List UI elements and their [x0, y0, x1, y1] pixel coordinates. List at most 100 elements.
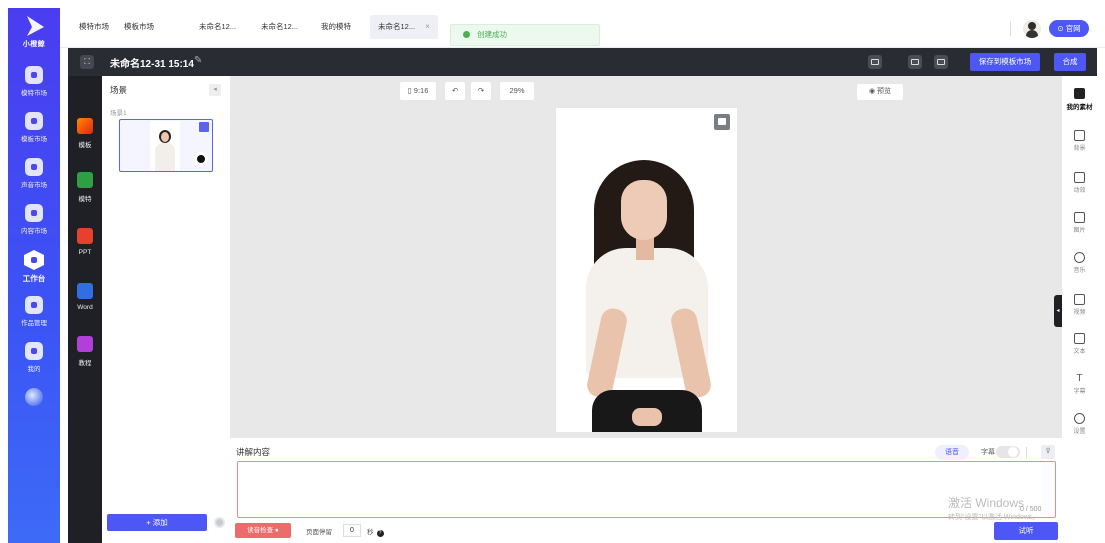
rtool-label: 设置 — [1073, 429, 1086, 435]
panel-toggle-handle[interactable]: ◂ — [1054, 295, 1062, 327]
rail-item-template-market[interactable]: 模板市场 — [8, 112, 60, 143]
subtitle-label: 字幕 — [981, 449, 995, 456]
rtool-effects[interactable]: 动效 — [1062, 172, 1097, 194]
divider — [1026, 447, 1027, 458]
tool-strip: 模板 模特 PPT Word 教程 — [68, 76, 102, 543]
voice-market-icon — [25, 158, 43, 176]
user-avatar[interactable] — [25, 388, 43, 406]
scene-preview-image — [150, 121, 180, 171]
site-button-label: 官网 — [1065, 24, 1081, 33]
scene-settings-icon[interactable] — [214, 517, 225, 528]
narration-panel: 讲解内容 语音 字幕 ⊽ 激活 Windows 转到"设置"以激活 Windows… — [230, 438, 1062, 543]
rtool-video[interactable]: 视频 — [1062, 294, 1097, 316]
works-icon — [25, 296, 43, 314]
tab-model-market[interactable]: 模特市场 — [71, 15, 117, 39]
tool-label: 教程 — [78, 360, 92, 367]
card-icon[interactable] — [868, 55, 882, 69]
tool-ppt[interactable]: PPT — [68, 228, 102, 256]
zoom-level[interactable]: 29% — [500, 82, 534, 100]
subtitle-toggle[interactable] — [996, 446, 1020, 458]
scene-thumbnail[interactable] — [119, 119, 213, 172]
filter-icon[interactable]: ⊽ — [1041, 445, 1055, 459]
narration-input[interactable] — [237, 461, 1056, 518]
toast-text: 创建成功 — [477, 30, 507, 39]
record-icon[interactable] — [194, 152, 208, 166]
tab-template-market[interactable]: 模板市场 — [116, 15, 162, 39]
undo-icon[interactable]: ↶ — [445, 82, 465, 100]
rtool-label: 图片 — [1073, 228, 1086, 234]
redo-icon[interactable]: ↷ — [471, 82, 491, 100]
tab-label: 未命名12... — [378, 22, 416, 31]
folder-icon — [1074, 88, 1085, 99]
rail-item-voice-market[interactable]: 声音市场 — [8, 158, 60, 189]
tool-tutorial[interactable]: 教程 — [68, 336, 102, 367]
text-icon — [1074, 333, 1085, 344]
tool-word[interactable]: Word — [68, 283, 102, 311]
rtool-image[interactable]: 图片 — [1062, 212, 1097, 234]
top-bar: 模特市场 模板市场 未命名12... 未命名12... 我的模特 未命名12..… — [60, 8, 1105, 48]
voice-button[interactable]: 语音 — [935, 445, 969, 460]
pause-unit: 秒? — [367, 526, 384, 537]
scene-panel: 场景 ◂ 场景1 — [102, 76, 230, 543]
rtool-background[interactable]: 背景 — [1062, 130, 1097, 152]
help-icon[interactable]: ? — [376, 530, 384, 537]
rail-item-content-market[interactable]: 内容市场 — [8, 204, 60, 235]
tab-untitled-2[interactable]: 未命名12... — [253, 15, 306, 39]
official-site-button[interactable]: ⊙ 官网 — [1049, 20, 1089, 37]
collapse-icon[interactable]: ◂ — [209, 84, 221, 96]
tool-label: 模板 — [78, 142, 92, 149]
image-toggle-icon[interactable] — [714, 114, 730, 130]
rtool-label: 我的素材 — [1066, 104, 1093, 111]
add-scene-button[interactable]: + 添加 — [107, 514, 207, 531]
tool-model[interactable]: 模特 — [68, 172, 102, 203]
preview-label: 预览 — [877, 88, 892, 95]
rtool-text[interactable]: 文本 — [1062, 333, 1097, 355]
tab-my-models[interactable]: 我的模特 — [313, 15, 359, 39]
rail-item-model-market[interactable]: 模特市场 — [8, 66, 60, 97]
account-avatar[interactable] — [1023, 20, 1041, 38]
pause-label: 页面停留 — [306, 529, 332, 536]
edit-title-icon[interactable]: ✎ — [194, 55, 202, 66]
gear-icon — [1074, 413, 1085, 424]
subtitle-icon: T — [1076, 373, 1083, 384]
delete-scene-icon[interactable] — [199, 122, 209, 132]
tab-label: 模板市场 — [124, 22, 154, 31]
copy-icon[interactable] — [908, 55, 922, 69]
aspect-ratio-button[interactable]: ▯ 9:16 — [400, 82, 436, 100]
compose-button[interactable]: 合成 — [1054, 53, 1086, 71]
success-toast: 创建成功 — [450, 24, 600, 46]
pause-input[interactable]: 0 — [343, 524, 361, 537]
save-icon[interactable] — [934, 55, 948, 69]
tab-close-icon[interactable]: × — [425, 22, 430, 31]
tool-label: Word — [77, 304, 93, 311]
rtool-label: 文本 — [1073, 349, 1086, 355]
pronunciation-check-button[interactable]: 读音检查 ● — [235, 523, 291, 538]
narration-label: 讲解内容 — [236, 447, 271, 457]
background-icon — [1074, 130, 1085, 141]
rtool-label: 动效 — [1073, 188, 1086, 194]
rail-item-works[interactable]: 作品管理 — [8, 296, 60, 327]
tab-untitled-1[interactable]: 未命名12... — [191, 15, 244, 39]
tab-label: 未命名12... — [199, 22, 237, 31]
check-circle-icon — [463, 31, 470, 38]
tool-template[interactable]: 模板 — [68, 118, 102, 149]
template-market-icon — [25, 112, 43, 130]
rail-item-mine[interactable]: 我的 — [8, 342, 60, 373]
stage-frame[interactable] — [556, 108, 737, 432]
listen-button[interactable]: 试听 — [994, 522, 1058, 540]
rail-item-label: 模板市场 — [21, 136, 47, 143]
rtool-my-assets[interactable]: 我的素材 — [1062, 88, 1097, 111]
fullscreen-icon[interactable]: ⛶ — [80, 55, 94, 69]
preview-button[interactable]: ◉ 预览 — [857, 84, 903, 100]
check-label: 读音检查 — [247, 527, 274, 534]
scene-header: 场景 — [110, 85, 128, 95]
rtool-music[interactable]: 音乐 — [1062, 252, 1097, 274]
rail-item-workbench[interactable]: 工作台 — [8, 250, 60, 284]
save-to-market-button[interactable]: 保存到模板市场 — [970, 53, 1040, 71]
rtool-subtitle[interactable]: T 字幕 — [1062, 373, 1097, 395]
app-logo[interactable]: 小橙鲸 — [8, 16, 60, 49]
rtool-settings[interactable]: 设置 — [1062, 413, 1097, 435]
project-title: 未命名12-31 15:14 — [110, 59, 194, 70]
tutorial-icon — [77, 336, 93, 352]
tab-untitled-active[interactable]: 未命名12... × — [370, 15, 438, 39]
